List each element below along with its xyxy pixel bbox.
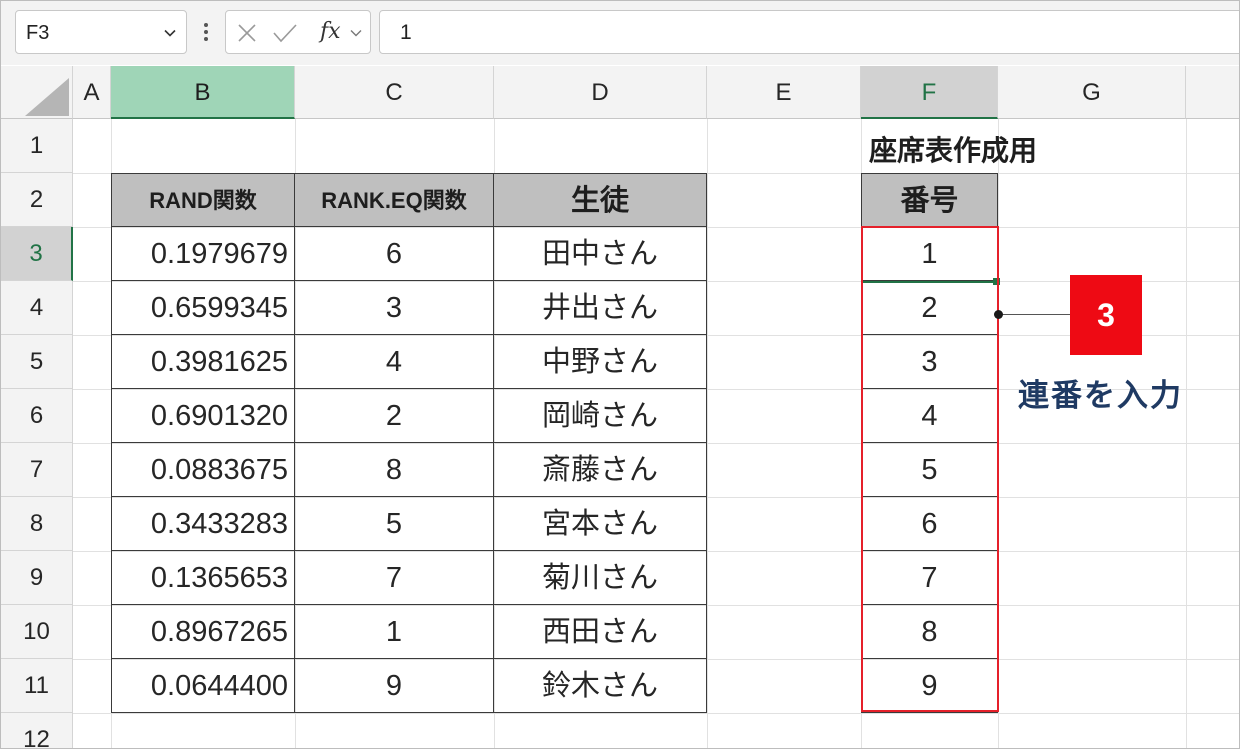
- more-icon[interactable]: [199, 18, 213, 46]
- cell-c5[interactable]: 4: [295, 335, 494, 389]
- chevron-down-icon[interactable]: [164, 27, 176, 39]
- col-header-g[interactable]: G: [998, 66, 1186, 119]
- row-header-2[interactable]: 2: [1, 173, 73, 227]
- row-header-8[interactable]: 8: [1, 497, 73, 551]
- cell-d9[interactable]: 菊川さん: [494, 551, 707, 605]
- enter-icon[interactable]: [272, 22, 298, 44]
- cell-c10[interactable]: 1: [295, 605, 494, 659]
- cell-d8[interactable]: 宮本さん: [494, 497, 707, 551]
- col-header-d[interactable]: D: [494, 66, 707, 119]
- row-header-5[interactable]: 5: [1, 335, 73, 389]
- row-header-11[interactable]: 11: [1, 659, 73, 713]
- row-header-3[interactable]: 3: [1, 227, 73, 281]
- cell-b3[interactable]: 0.1979679: [111, 227, 295, 281]
- seat-chart-title: 座席表作成用: [869, 135, 1038, 166]
- name-box-value: F3: [26, 22, 50, 44]
- formula-controls: fx: [225, 10, 371, 54]
- row-header-12[interactable]: 12: [1, 713, 73, 748]
- cell-c8[interactable]: 5: [295, 497, 494, 551]
- row-header-9[interactable]: 9: [1, 551, 73, 605]
- cell-c6[interactable]: 2: [295, 389, 494, 443]
- cell-c4[interactable]: 3: [295, 281, 494, 335]
- cell-b10[interactable]: 0.8967265: [111, 605, 295, 659]
- cell-d5[interactable]: 中野さん: [494, 335, 707, 389]
- cell-b4[interactable]: 0.6599345: [111, 281, 295, 335]
- fx-icon[interactable]: fx: [320, 19, 341, 44]
- formula-input[interactable]: 1: [379, 10, 1239, 54]
- excel-window: F3 fx 1 A B C D E F G 1 2 3 4 5 6 7 8 9 …: [0, 0, 1240, 749]
- cell-b6[interactable]: 0.6901320: [111, 389, 295, 443]
- header-cell-rank[interactable]: RANK.EQ関数: [295, 173, 494, 227]
- header-cell-rand[interactable]: RAND関数: [111, 173, 295, 227]
- cell-c11[interactable]: 9: [295, 659, 494, 713]
- cell-d3[interactable]: 田中さん: [494, 227, 707, 281]
- cell-c9[interactable]: 7: [295, 551, 494, 605]
- cell-d11[interactable]: 鈴木さん: [494, 659, 707, 713]
- col-header-e[interactable]: E: [707, 66, 861, 119]
- cell-b7[interactable]: 0.0883675: [111, 443, 295, 497]
- col-header-c[interactable]: C: [295, 66, 494, 119]
- step-badge: 3: [1070, 275, 1142, 355]
- row-header-4[interactable]: 4: [1, 281, 73, 335]
- col-header-h[interactable]: [1186, 66, 1239, 119]
- cell-b5[interactable]: 0.3981625: [111, 335, 295, 389]
- header-cell-student[interactable]: 生徒: [494, 173, 707, 227]
- callout-line: [998, 314, 1070, 315]
- cell-c7[interactable]: 8: [295, 443, 494, 497]
- row-header-10[interactable]: 10: [1, 605, 73, 659]
- highlight-box: [861, 226, 999, 712]
- select-all-triangle-icon: [25, 78, 69, 116]
- cell-d7[interactable]: 斎藤さん: [494, 443, 707, 497]
- select-all-corner[interactable]: [1, 66, 73, 119]
- col-header-f[interactable]: F: [861, 66, 998, 119]
- formula-bar: F3 fx 1: [1, 1, 1239, 65]
- cell-d4[interactable]: 井出さん: [494, 281, 707, 335]
- cell-d6[interactable]: 岡崎さん: [494, 389, 707, 443]
- annotation-text: 連番を入力: [1018, 378, 1183, 413]
- col-header-a[interactable]: A: [73, 66, 111, 119]
- formula-value: 1: [400, 21, 412, 44]
- name-box[interactable]: F3: [15, 10, 187, 54]
- header-cell-number[interactable]: 番号: [861, 173, 998, 227]
- cell-c3[interactable]: 6: [295, 227, 494, 281]
- row-header-6[interactable]: 6: [1, 389, 73, 443]
- chevron-down-icon[interactable]: [350, 27, 362, 39]
- row-header-7[interactable]: 7: [1, 443, 73, 497]
- cancel-icon[interactable]: [236, 22, 258, 44]
- col-header-b[interactable]: B: [111, 66, 295, 119]
- cell-b11[interactable]: 0.0644400: [111, 659, 295, 713]
- cell-b9[interactable]: 0.1365653: [111, 551, 295, 605]
- cell-b8[interactable]: 0.3433283: [111, 497, 295, 551]
- cell-d10[interactable]: 西田さん: [494, 605, 707, 659]
- row-header-1[interactable]: 1: [1, 119, 73, 173]
- callout-dot: [994, 310, 1003, 319]
